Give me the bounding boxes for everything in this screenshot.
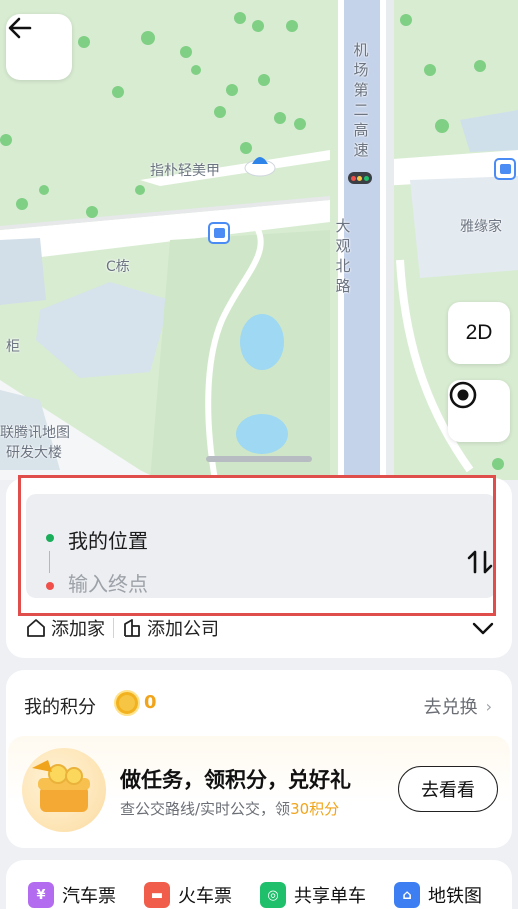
origin-field[interactable]: 我的位置 — [68, 525, 148, 554]
poi-label-zhipu[interactable]: 指朴轻美甲 — [150, 160, 220, 180]
service-label: 共享单车 — [294, 886, 366, 907]
service-label: 汽车票 — [62, 886, 116, 907]
back-button[interactable] — [6, 14, 72, 80]
gift-chest-icon — [22, 748, 106, 832]
service-label: 地铁图 — [428, 886, 482, 907]
poi-label-yayuan[interactable]: 雅缘家 — [460, 216, 502, 236]
map-mode-2d-button[interactable]: 2D — [448, 302, 510, 364]
route-input-box: 我的位置 — [26, 494, 496, 598]
train-ticket-icon: ▬ — [144, 882, 170, 908]
tencent-building-label-1: 联腾讯地图 — [0, 425, 70, 441]
add-home-button[interactable]: 添加家 — [26, 615, 105, 641]
task-card[interactable]: 做任务，领积分，兑好礼 查公交路线/实时公交，领30积分 去看看 — [8, 736, 510, 848]
task-subtitle-text: 查公交路线/实时公交，领 — [120, 800, 291, 818]
map-view[interactable]: 机场第二高速 大观北路 指朴轻美甲 雅缘家 C栋 柜 联腾讯地图 研发大楼 2D — [0, 0, 518, 480]
swap-route-button[interactable] — [464, 546, 496, 578]
bus-ticket-icon: ¥ — [28, 882, 54, 908]
add-home-label: 添加家 — [51, 619, 105, 640]
view-tasks-button[interactable]: 去看看 — [398, 766, 498, 812]
bus-stop-icon[interactable] — [208, 222, 230, 244]
services-panel: ¥ 汽车票 ▬ 火车票 ◎ 共享单车 ⌂ 地铁图 — [6, 860, 512, 909]
building-label-c: C栋 — [106, 259, 130, 275]
end-dot-icon — [46, 582, 54, 590]
bike-icon: ◎ — [260, 882, 286, 908]
service-label: 火车票 — [178, 886, 232, 907]
service-metro-map[interactable]: ⌂ 地铁图 — [394, 882, 482, 908]
quick-address-row: 添加家 添加公司 — [26, 614, 219, 642]
company-icon — [124, 619, 140, 637]
route-connector — [49, 551, 50, 573]
metro-icon: ⌂ — [394, 882, 420, 908]
start-dot-icon — [46, 534, 54, 542]
home-icon — [27, 619, 45, 637]
expressway-label: 机场第二高速 — [353, 41, 369, 159]
expand-button[interactable] — [470, 618, 496, 638]
service-bus-ticket[interactable]: ¥ 汽车票 — [28, 882, 116, 908]
locate-target-icon — [449, 381, 477, 409]
points-panel: 我的积分 0 去兑换 › 做任务，领积分，兑好礼 查公交路线/实时公交，领30积… — [6, 670, 512, 848]
quick-divider — [113, 618, 114, 638]
service-shared-bike[interactable]: ◎ 共享单车 — [260, 882, 366, 908]
tencent-building-label-2: 研发大楼 — [6, 445, 62, 461]
swap-arrows-icon — [467, 550, 493, 574]
task-title: 做任务，领积分，兑好礼 — [120, 768, 351, 792]
destination-input[interactable] — [68, 572, 398, 596]
map-canvas — [0, 0, 518, 480]
add-company-button[interactable]: 添加公司 — [122, 615, 219, 641]
add-company-label: 添加公司 — [147, 619, 219, 640]
service-train-ticket[interactable]: ▬ 火车票 — [144, 882, 232, 908]
traffic-light-icon — [348, 172, 372, 184]
points-value: 0 — [144, 692, 157, 713]
task-reward: 30积分 — [290, 800, 340, 818]
bus-stop-icon[interactable] — [494, 158, 516, 180]
poi-marker-icon[interactable] — [244, 148, 276, 178]
arrow-left-icon — [8, 17, 32, 39]
redeem-label: 去兑换 — [423, 697, 478, 718]
task-subtitle: 查公交路线/实时公交，领30积分 — [120, 798, 339, 819]
cabinet-label: 柜 — [6, 339, 20, 355]
redeem-link[interactable]: 去兑换 › — [424, 693, 492, 719]
points-title: 我的积分 — [24, 697, 96, 718]
chevron-down-icon — [472, 622, 494, 635]
locate-button[interactable] — [448, 380, 510, 442]
coin-icon — [114, 690, 140, 716]
road-label: 大观北路 — [335, 217, 351, 295]
panel-drag-handle[interactable] — [206, 456, 312, 462]
chevron-right-icon: › — [485, 696, 492, 716]
